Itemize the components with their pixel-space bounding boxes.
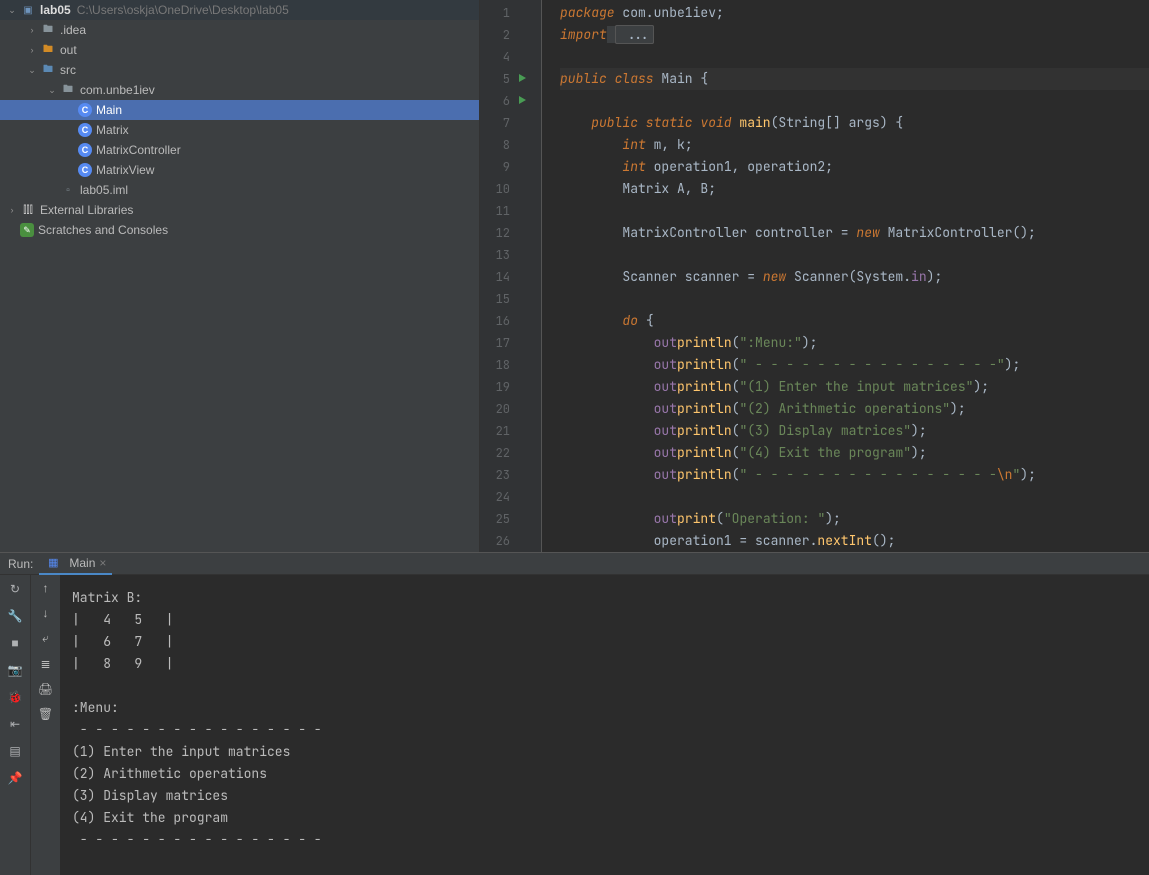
fold-column (528, 0, 542, 552)
scratches-label: Scratches and Consoles (38, 223, 168, 237)
run-tab-main[interactable]: ▦ Main × (39, 553, 112, 575)
class-label: MatrixController (96, 143, 181, 157)
package-row[interactable]: ⌄ 🖿 com.unbe1iev (0, 80, 479, 100)
folder-label: src (60, 63, 76, 77)
run-toolbar-left: ↻ 🔧 ■ 📷 🐞 ⇤ ▤ 📌 (0, 575, 30, 875)
layout-icon[interactable]: ▤ (7, 743, 23, 759)
pin-icon[interactable]: 📌 (7, 770, 23, 786)
class-icon: C (78, 163, 92, 177)
file-label: lab05.iml (80, 183, 128, 197)
class-label: Main (96, 103, 122, 117)
class-icon: C (78, 103, 92, 117)
softwrap-icon[interactable]: ⤶ (42, 631, 49, 646)
module-icon: ▣ (20, 2, 36, 18)
folder-icon: 🖿 (40, 62, 56, 78)
package-icon: 🖿 (60, 82, 76, 98)
libraries-icon: ⫿⫿⫿ (20, 202, 36, 218)
folder-out[interactable]: › 🖿 out (0, 40, 479, 60)
print-icon[interactable]: 🖨 (38, 682, 53, 696)
chevron-right-icon: › (24, 25, 40, 35)
folder-label: out (60, 43, 77, 57)
class-icon: C (78, 143, 92, 157)
chevron-right-icon: › (24, 45, 40, 55)
scroll-icon[interactable]: ≣ (40, 657, 50, 671)
file-icon: ▫ (60, 182, 76, 198)
bug-icon[interactable]: 🐞 (7, 689, 23, 705)
class-matrix[interactable]: C Matrix (0, 120, 479, 140)
run-tool-window[interactable]: Run: ▦ Main × ↻ 🔧 ■ 📷 🐞 ⇤ ▤ 📌 ↑ ↓ ⤶ ≣ 🖨 … (0, 552, 1149, 875)
class-matrixview[interactable]: C MatrixView (0, 160, 479, 180)
chevron-down-icon: ⌄ (44, 85, 60, 96)
run-header: Run: ▦ Main × (0, 553, 1149, 575)
run-tab-label: Main (69, 556, 95, 570)
project-root[interactable]: ⌄ ▣ lab05 C:\Users\oskja\OneDrive\Deskto… (0, 0, 479, 20)
project-root-name: lab05 (40, 3, 71, 17)
trash-icon[interactable]: 🗑 (38, 707, 53, 721)
folder-label: .idea (60, 23, 86, 37)
stop-icon[interactable]: ■ (7, 635, 23, 651)
folder-icon: 🖿 (40, 42, 56, 58)
console-output[interactable]: Matrix B: | 4 5 | | 6 7 | | 8 9 | :Menu:… (60, 575, 1149, 875)
app-icon: ▦ (45, 555, 61, 571)
up-icon[interactable]: ↑ (43, 581, 49, 595)
close-icon[interactable]: × (99, 556, 106, 570)
down-icon[interactable]: ↓ (43, 606, 49, 620)
class-label: Matrix (96, 123, 129, 137)
external-libraries[interactable]: › ⫿⫿⫿ External Libraries (0, 200, 479, 220)
class-label: MatrixView (96, 163, 154, 177)
scratches[interactable]: ✎ Scratches and Consoles (0, 220, 479, 240)
chevron-right-icon: › (4, 205, 20, 215)
project-tree[interactable]: ⌄ ▣ lab05 C:\Users\oskja\OneDrive\Deskto… (0, 0, 480, 552)
rerun-icon[interactable]: ↻ (7, 581, 23, 597)
folder-icon: 🖿 (40, 22, 56, 38)
file-iml[interactable]: ▫ lab05.iml (0, 180, 479, 200)
code-content[interactable]: package com.unbe1iev; import ... public … (542, 0, 1149, 552)
wrench-icon[interactable]: 🔧 (7, 608, 23, 624)
code-editor[interactable]: 1245678910111213141516171819202122232425… (480, 0, 1149, 552)
chevron-down-icon: ⌄ (24, 65, 40, 76)
exit-icon[interactable]: ⇤ (7, 716, 23, 732)
scratch-icon: ✎ (20, 223, 34, 237)
class-icon: C (78, 123, 92, 137)
package-label: com.unbe1iev (80, 83, 155, 97)
external-libs-label: External Libraries (40, 203, 133, 217)
run-toolbar-right: ↑ ↓ ⤶ ≣ 🖨 🗑 (30, 575, 60, 875)
project-root-path: C:\Users\oskja\OneDrive\Desktop\lab05 (77, 3, 289, 17)
folder-idea[interactable]: › 🖿 .idea (0, 20, 479, 40)
class-matrixcontroller[interactable]: C MatrixController (0, 140, 479, 160)
class-main[interactable]: C Main (0, 100, 479, 120)
folder-src[interactable]: ⌄ 🖿 src (0, 60, 479, 80)
run-label: Run: (8, 557, 33, 571)
camera-icon[interactable]: 📷 (7, 662, 23, 678)
line-number-gutter: 1245678910111213141516171819202122232425… (480, 0, 528, 552)
chevron-down-icon: ⌄ (4, 5, 20, 16)
